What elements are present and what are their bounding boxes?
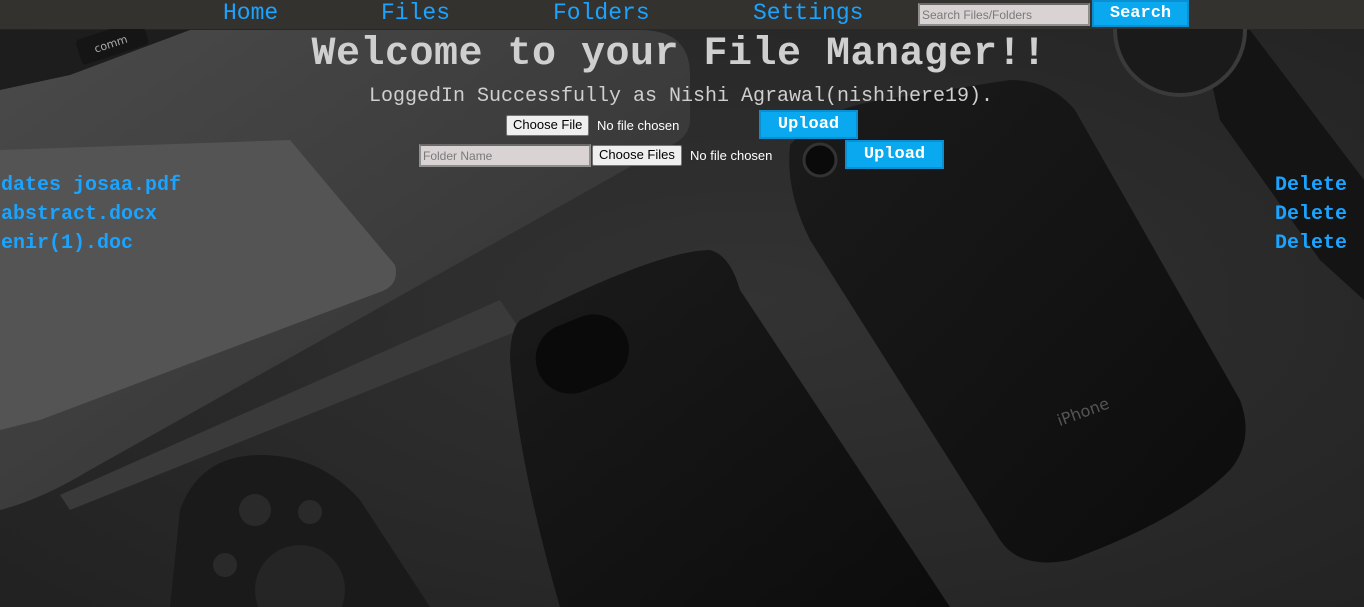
file-link[interactable]: enir(1).doc bbox=[1, 229, 133, 258]
nav-settings-link[interactable]: Settings bbox=[753, 0, 863, 27]
upload-folder-button[interactable]: Upload bbox=[845, 140, 944, 169]
delete-link[interactable]: Delete bbox=[1275, 200, 1364, 229]
nav-home-link[interactable]: Home bbox=[223, 0, 278, 27]
choose-files-button[interactable]: Choose Files bbox=[592, 145, 682, 166]
nav-folders-link[interactable]: Folders bbox=[553, 0, 650, 27]
choose-file-button[interactable]: Choose File bbox=[506, 115, 590, 136]
file-status-text: No file chosen bbox=[597, 118, 680, 133]
search-input[interactable] bbox=[918, 3, 1090, 26]
nav-files-link[interactable]: Files bbox=[381, 0, 450, 27]
welcome-heading: Welcome to your File Manager!! bbox=[0, 30, 1364, 80]
file-link[interactable]: abstract.docx bbox=[1, 200, 157, 229]
search-button[interactable]: Search bbox=[1092, 0, 1189, 27]
top-navbar: Home Files Folders Settings Search bbox=[0, 0, 1364, 29]
login-status-text: LoggedIn Successfully as Nishi Agrawal(n… bbox=[368, 85, 994, 108]
folder-status-text: No file chosen bbox=[690, 148, 773, 163]
folder-name-input[interactable] bbox=[419, 144, 591, 167]
file-link[interactable]: dates josaa.pdf bbox=[1, 171, 181, 200]
delete-link[interactable]: Delete bbox=[1275, 229, 1364, 258]
login-status: LoggedIn Successfully as Nishi Agrawal(n… bbox=[0, 84, 1364, 110]
upload-file-button[interactable]: Upload bbox=[759, 110, 858, 139]
delete-link[interactable]: Delete bbox=[1275, 171, 1364, 200]
welcome-heading-text: Welcome to your File Manager!! bbox=[311, 32, 1047, 77]
